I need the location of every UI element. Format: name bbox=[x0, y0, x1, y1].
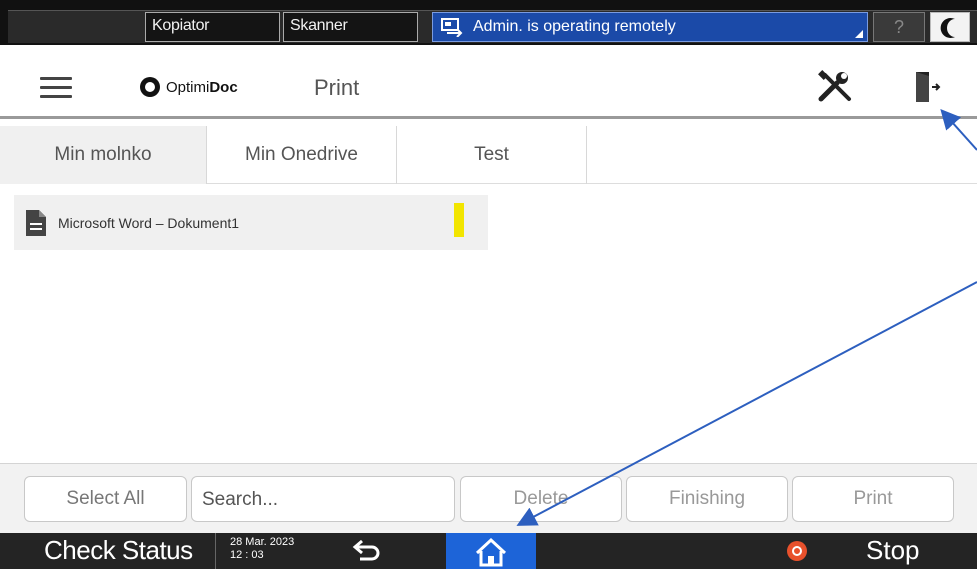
home-button[interactable] bbox=[446, 533, 536, 569]
device-status-bar: Check Status 28 Mar. 2023 12 : 03 Stop bbox=[0, 533, 977, 569]
finishing-button[interactable]: Finishing bbox=[626, 476, 788, 522]
remote-status-text: Admin. is operating remotely bbox=[473, 18, 676, 35]
back-arrow-icon[interactable] bbox=[352, 539, 382, 563]
system-bar: Kopiator Skanner Admin. is operating rem… bbox=[0, 0, 977, 45]
print-button[interactable]: Print bbox=[792, 476, 954, 522]
remote-desktop-icon bbox=[441, 17, 465, 38]
status-flag bbox=[454, 203, 464, 237]
remote-operation-banner[interactable]: Admin. is operating remotely bbox=[432, 12, 868, 42]
copier-tab[interactable]: Kopiator bbox=[145, 12, 280, 42]
optimidoc-logo: OptimiDoc bbox=[140, 77, 238, 97]
date-time: 28 Mar. 2023 12 : 03 bbox=[215, 533, 325, 569]
moon-icon bbox=[940, 18, 955, 38]
stop-icon bbox=[787, 541, 807, 561]
time-text: 12 : 03 bbox=[230, 549, 264, 561]
action-bar: Select All Search... Delete Finishing Pr… bbox=[0, 463, 977, 533]
help-button[interactable]: ? bbox=[873, 12, 925, 42]
tab-min-molnko[interactable]: Min molnko bbox=[0, 126, 207, 184]
file-name: Microsoft Word – Dokument1 bbox=[58, 214, 240, 231]
scanner-tab[interactable]: Skanner bbox=[283, 12, 418, 42]
search-input[interactable]: Search... bbox=[191, 476, 455, 522]
logo-text: OptimiDoc bbox=[166, 78, 238, 96]
delete-button[interactable]: Delete bbox=[460, 476, 622, 522]
check-status-button[interactable]: Check Status bbox=[44, 535, 193, 566]
logout-door-icon[interactable] bbox=[913, 69, 941, 105]
stop-button[interactable]: Stop bbox=[866, 535, 920, 566]
optimidoc-logo-mark bbox=[140, 77, 160, 97]
date-text: 28 Mar. 2023 bbox=[230, 536, 295, 548]
document-icon bbox=[26, 209, 46, 236]
app-header: OptimiDoc Print bbox=[0, 53, 977, 119]
menu-icon[interactable] bbox=[40, 77, 72, 99]
list-item[interactable]: Microsoft Word – Dokument1 bbox=[14, 195, 488, 250]
page-title: Print bbox=[314, 75, 360, 100]
storage-tabs: Min molnko Min Onedrive Test bbox=[0, 126, 977, 184]
tab-test[interactable]: Test bbox=[397, 126, 587, 184]
energy-saver-button[interactable] bbox=[930, 12, 970, 42]
home-icon bbox=[475, 537, 507, 567]
settings-tools-icon[interactable] bbox=[815, 69, 855, 105]
expand-corner-icon bbox=[855, 30, 863, 38]
tab-min-onedrive[interactable]: Min Onedrive bbox=[207, 126, 397, 184]
select-all-button[interactable]: Select All bbox=[24, 476, 187, 522]
